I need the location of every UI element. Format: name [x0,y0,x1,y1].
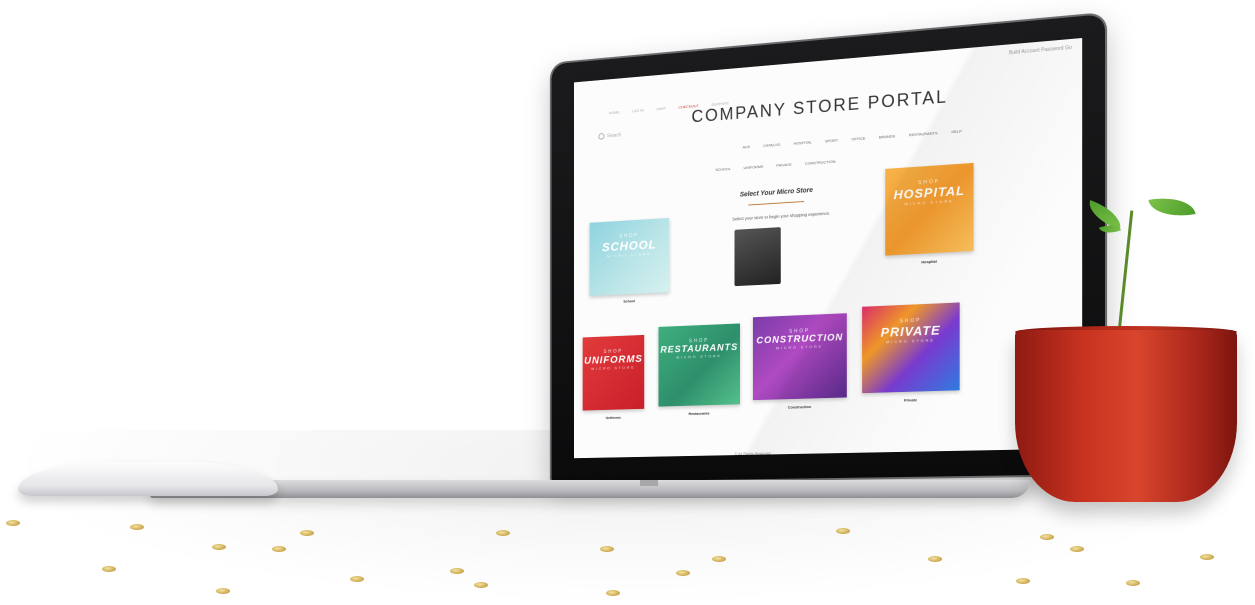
confetti-dot [928,556,942,562]
confetti-dot [676,570,690,576]
confetti-dot [216,588,230,594]
confetti-dot [272,546,286,552]
confetti-dot [6,520,20,526]
confetti [0,0,1255,605]
confetti-dot [1200,554,1214,560]
confetti-dot [606,590,620,596]
confetti-dot [212,544,226,550]
confetti-dot [712,556,726,562]
confetti-dot [474,582,488,588]
confetti-dot [496,530,510,536]
confetti-dot [1016,578,1030,584]
confetti-dot [600,546,614,552]
confetti-dot [1040,534,1054,540]
confetti-dot [1070,546,1084,552]
confetti-dot [130,524,144,530]
confetti-dot [450,568,464,574]
confetti-dot [1126,580,1140,586]
confetti-dot [102,566,116,572]
confetti-dot [836,528,850,534]
confetti-dot [350,576,364,582]
confetti-dot [300,530,314,536]
